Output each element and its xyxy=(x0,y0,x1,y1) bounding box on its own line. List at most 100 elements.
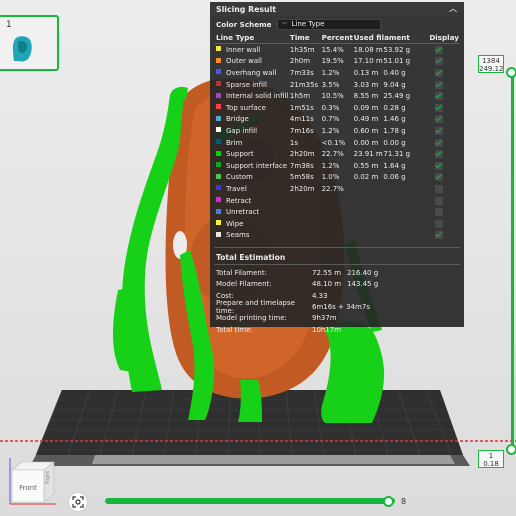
line-type-label: Custom xyxy=(226,173,253,182)
display-checkbox[interactable] xyxy=(435,57,444,66)
line-type-row: Retract xyxy=(216,195,460,207)
weight-cell: 25.49 g xyxy=(383,92,411,101)
percent-cell: 1.0% xyxy=(321,173,340,182)
display-checkbox[interactable] xyxy=(435,138,444,147)
plate-thumbnail[interactable]: 1 xyxy=(0,15,59,71)
time-cell: 5m58s xyxy=(289,173,314,182)
length-cell: 0.02 m xyxy=(353,173,379,182)
time-cell xyxy=(290,230,322,242)
percent-cell: 3.5% xyxy=(321,80,340,89)
line-type-row: Unretract xyxy=(216,206,460,218)
color-swatch-icon xyxy=(216,173,221,179)
line-type-cell: Support xyxy=(216,148,290,160)
display-cell xyxy=(429,160,460,172)
3d-viewport[interactable]: 1 Slicing Result ︿ Color Scheme ﹀ Line T… xyxy=(0,0,516,516)
display-checkbox[interactable] xyxy=(435,208,444,217)
line-type-row: Gap infill 7m16s 1.2% 0.60 m 1.78 g xyxy=(216,125,460,137)
percent-cell: <0.1% xyxy=(321,138,346,147)
line-type-row: Sparse infill 21m35s 3.5% 3.03 m 9.04 g xyxy=(216,79,460,91)
estimation-value: 9h37m xyxy=(312,314,337,323)
percent-cell: 0.3% xyxy=(321,103,340,112)
camera-frame-icon xyxy=(72,496,84,508)
line-type-row: Top surface 1m51s 0.3% 0.09 m 0.28 g xyxy=(216,102,460,114)
color-scheme-select[interactable]: ﹀ Line Type xyxy=(277,18,382,30)
layer-slider-top-handle[interactable] xyxy=(506,67,516,78)
length-cell: 23.91 m xyxy=(353,150,383,159)
line-type-cell: Travel xyxy=(216,183,290,195)
model-thumbnail-icon xyxy=(12,36,32,62)
time-cell xyxy=(290,195,322,207)
display-checkbox[interactable] xyxy=(435,161,444,170)
col-display: Display xyxy=(429,32,459,42)
display-checkbox[interactable] xyxy=(435,184,444,193)
col-time: Time xyxy=(289,32,310,42)
color-swatch-icon xyxy=(216,139,221,145)
display-checkbox[interactable] xyxy=(435,45,444,54)
bottom-layer-number: 1 xyxy=(488,452,494,460)
weight-cell xyxy=(383,183,429,195)
layer-bottom-label: 1 0.18 xyxy=(478,450,504,468)
move-slider-track[interactable] xyxy=(105,498,395,504)
display-checkbox[interactable] xyxy=(435,80,444,89)
line-type-cell: Internal solid infill xyxy=(216,90,290,102)
layer-slider-track[interactable] xyxy=(511,68,514,451)
length-cell: 0.49 m xyxy=(353,115,379,124)
display-checkbox[interactable] xyxy=(435,103,444,112)
percent-cell xyxy=(322,195,354,207)
estimation-row: Total Filament: 72.55 m 216.40 g xyxy=(210,267,464,278)
line-type-row: Outer wall 2h0m 19.5% 17.10 m 51.01 g xyxy=(216,56,460,68)
line-type-cell: Custom xyxy=(216,172,290,184)
line-type-cell: Outer wall xyxy=(216,56,290,68)
time-cell: 7m16s xyxy=(289,126,314,135)
estimation-value: 4.33 xyxy=(312,291,328,300)
estimation-weight: 143.45 g xyxy=(347,280,379,289)
weight-cell: 71.31 g xyxy=(383,150,411,159)
weight-cell xyxy=(383,218,429,230)
plate-number: 1 xyxy=(6,20,12,30)
time-cell: 4m11s xyxy=(289,115,314,124)
time-cell: 2h20m xyxy=(289,150,315,159)
view-cube[interactable]: Front Right xyxy=(4,456,60,512)
length-cell xyxy=(354,206,384,218)
display-checkbox[interactable] xyxy=(435,173,444,182)
display-cell xyxy=(429,67,460,79)
percent-cell: 15.4% xyxy=(321,45,344,54)
display-checkbox[interactable] xyxy=(435,92,444,101)
percent-cell: 1.2% xyxy=(321,161,340,170)
top-layer-height: 249.12 xyxy=(479,65,504,73)
estimation-value: 6m16s + 34m7s xyxy=(312,302,370,311)
move-slider-handle[interactable] xyxy=(383,496,394,507)
length-cell: 0.09 m xyxy=(353,103,379,112)
display-checkbox[interactable] xyxy=(435,219,444,228)
display-checkbox[interactable] xyxy=(435,196,444,205)
layer-slider-bottom-handle[interactable] xyxy=(506,444,516,455)
screenshot-button[interactable] xyxy=(68,492,88,512)
color-swatch-icon xyxy=(216,150,221,156)
line-type-row: Overhang wall 7m33s 1.2% 0.13 m 0.40 g xyxy=(216,67,460,79)
collapse-icon[interactable]: ︿ xyxy=(448,4,458,14)
display-checkbox[interactable] xyxy=(435,126,444,135)
line-type-row: Custom 5m58s 1.0% 0.02 m 0.06 g xyxy=(216,172,460,184)
color-swatch-icon xyxy=(216,197,221,203)
color-scheme-value: Line Type xyxy=(291,20,325,28)
line-type-cell: Seams xyxy=(216,230,290,242)
percent-cell: 10.5% xyxy=(321,92,344,101)
color-swatch-icon xyxy=(216,69,221,75)
display-checkbox[interactable] xyxy=(435,231,444,240)
display-checkbox[interactable] xyxy=(435,115,444,124)
display-checkbox[interactable] xyxy=(435,150,444,159)
line-type-label: Outer wall xyxy=(226,57,263,66)
length-cell: 0.55 m xyxy=(353,161,379,170)
col-line-type: Line Type xyxy=(216,32,255,42)
display-cell xyxy=(429,206,460,218)
line-type-cell: Overhang wall xyxy=(216,67,290,79)
col-used-filament: Used filament xyxy=(353,32,410,42)
color-swatch-icon xyxy=(216,208,221,214)
display-checkbox[interactable] xyxy=(435,68,444,77)
length-cell: 17.10 m xyxy=(353,57,383,66)
estimation-label: Prepare and timelapse time: xyxy=(216,298,295,315)
line-type-cell: Support interface xyxy=(216,160,290,172)
display-cell xyxy=(429,218,460,230)
estimation-value: 10h17m xyxy=(312,325,342,334)
view-cube-side-label: Right xyxy=(45,471,51,484)
